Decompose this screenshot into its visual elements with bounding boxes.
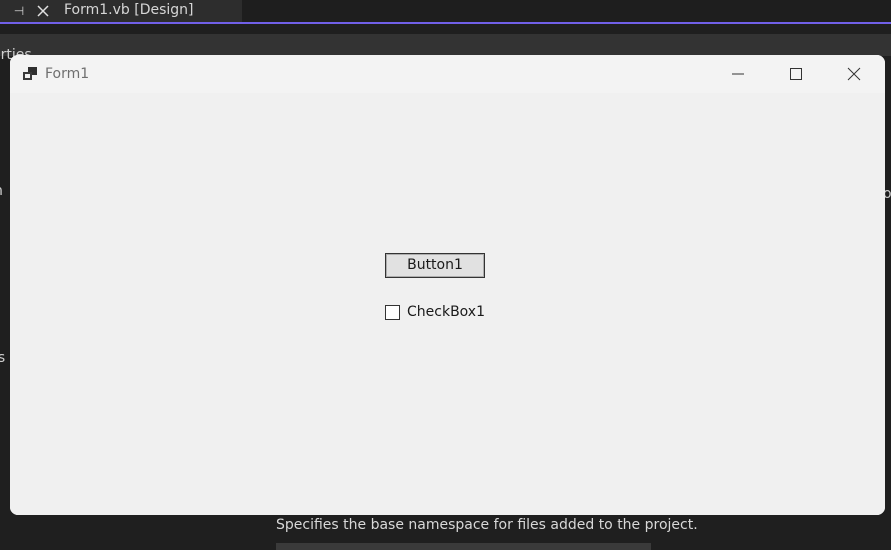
- maximize-icon: [790, 68, 802, 80]
- active-tab-accent: [0, 22, 891, 24]
- form-title-bar[interactable]: Form1: [10, 55, 885, 93]
- left-panel-text-fragment: n: [0, 183, 3, 199]
- designer-tab[interactable]: ⊣ Form1.vb [Design]: [0, 0, 242, 22]
- pin-icon[interactable]: ⊣: [12, 3, 26, 19]
- close-button[interactable]: [831, 55, 877, 93]
- ide-tab-bar: ⊣ Form1.vb [Design]: [0, 0, 891, 22]
- checkbox1-label[interactable]: CheckBox1: [407, 303, 485, 321]
- close-icon: [847, 67, 861, 81]
- properties-panel-header: [0, 34, 891, 56]
- property-description: Specifies the base namespace for files a…: [276, 517, 698, 533]
- form-window[interactable]: Form1 Button1 CheckBox1: [10, 55, 885, 515]
- checkbox1[interactable]: CheckBox1: [385, 303, 515, 325]
- property-value-bar: [276, 543, 651, 550]
- button1[interactable]: Button1: [385, 253, 485, 278]
- minimize-icon: [732, 73, 744, 75]
- tab-close-icon[interactable]: [35, 3, 51, 19]
- minimize-button[interactable]: [715, 55, 761, 93]
- winforms-icon: [22, 66, 38, 82]
- tab-title[interactable]: Form1.vb [Design]: [64, 1, 194, 19]
- checkbox-box[interactable]: [385, 305, 400, 320]
- form-title: Form1: [45, 66, 90, 82]
- form-client-area[interactable]: Button1 CheckBox1: [10, 93, 885, 515]
- left-panel-text-fragment: is: [0, 350, 6, 366]
- ide-root: ⊣ Form1.vb [Design] erties n is o Form1: [0, 0, 891, 550]
- maximize-button[interactable]: [773, 55, 819, 93]
